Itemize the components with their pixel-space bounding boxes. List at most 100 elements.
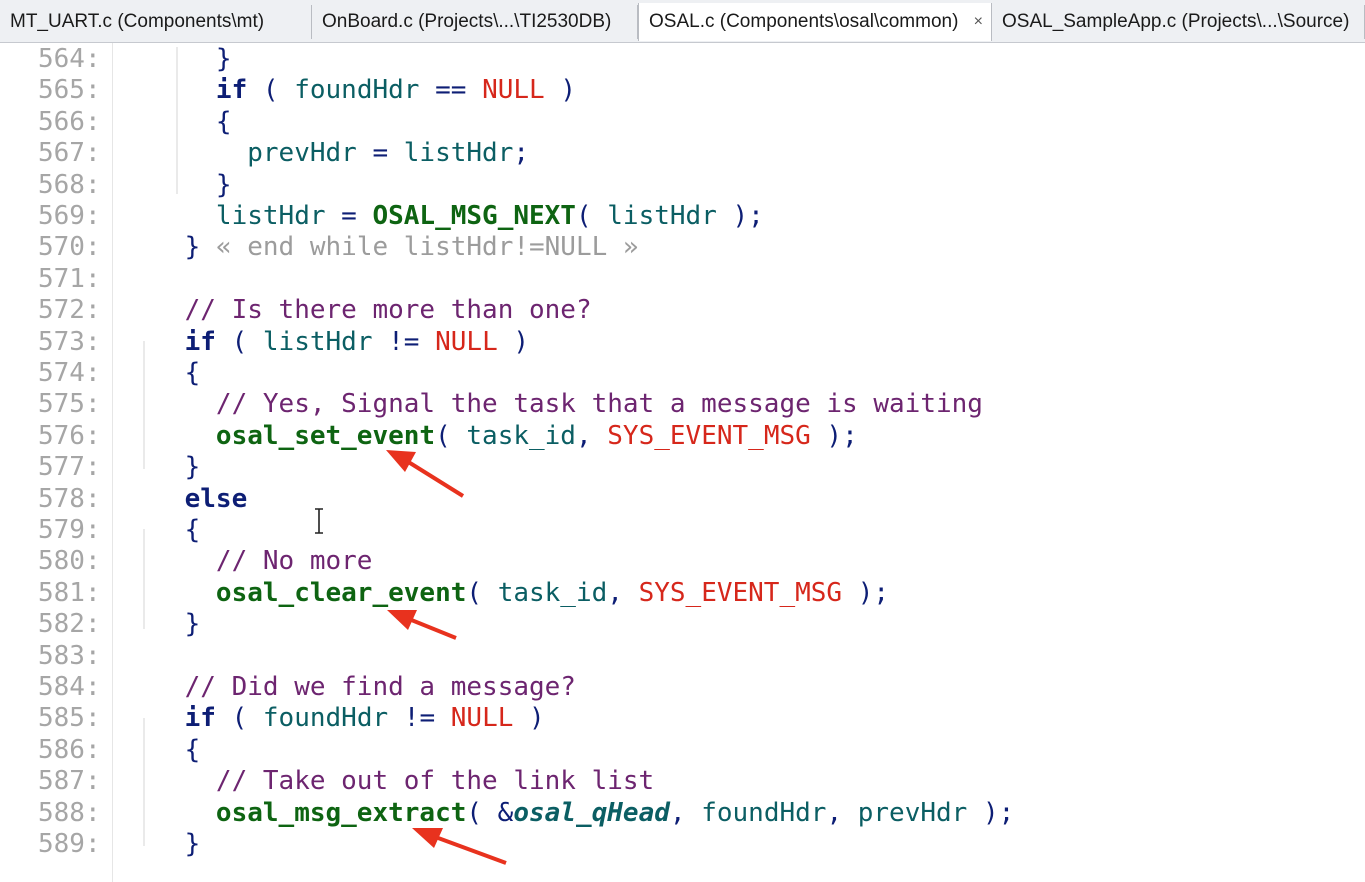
code-token: foundHdr	[294, 75, 420, 106]
tab-osal[interactable]: OSAL.c (Components\osal\common) ×	[638, 3, 992, 41]
code-line[interactable]: 568: }	[0, 170, 1365, 201]
line-number: 564:	[38, 44, 101, 74]
line-number: 575:	[38, 389, 101, 420]
code-line[interactable]: 565: if ( foundHdr == NULL )	[0, 75, 1365, 106]
tab-label: OSAL.c (Components\osal\common)	[649, 11, 959, 32]
code-text: }	[122, 170, 232, 201]
code-token: (	[215, 703, 263, 734]
code-token: ==	[419, 75, 483, 106]
code-text: }	[122, 44, 232, 75]
code-editor[interactable]: 564: } 565: if ( foundHdr == NULL ) 566: {…	[0, 43, 1365, 882]
code-text: } « end while listHdr!=NULL »	[122, 232, 639, 263]
code-text: osal_set_event( task_id, SYS_EVENT_MSG )…	[122, 421, 858, 452]
code-token: if	[184, 703, 216, 734]
line-number: 566:	[38, 106, 101, 137]
line-number: 574:	[38, 358, 101, 388]
code-text: osal_msg_extract( &osal_qHead, foundHdr,…	[122, 798, 1014, 829]
code-line[interactable]: 569: listHdr = OSAL_MSG_NEXT( listHdr );	[0, 201, 1365, 232]
code-token: prevHdr	[247, 138, 357, 169]
code-token: prevHdr	[857, 797, 968, 828]
code-token: foundHdr	[262, 703, 389, 734]
line-number: 577:	[38, 452, 101, 483]
code-line[interactable]: 581: osal_clear_event( task_id, SYS_EVEN…	[0, 578, 1365, 609]
code-token: {	[215, 106, 232, 137]
code-line[interactable]: 587: // Take out of the link list	[0, 766, 1365, 797]
code-text: }	[122, 609, 201, 640]
code-token: // Yes, Signal the task that a message i…	[215, 389, 983, 420]
code-token: !=	[388, 703, 451, 734]
code-token: osal_msg_extract	[215, 797, 467, 828]
tab-onboard[interactable]: OnBoard.c (Projects\...\TI2530DB)	[312, 5, 638, 39]
code-token: ,	[575, 420, 608, 451]
code-line[interactable]: 582: }	[0, 609, 1365, 640]
code-line[interactable]: 579: {	[0, 515, 1365, 546]
line-number: 588:	[38, 797, 101, 828]
code-token: {	[184, 358, 201, 388]
tab-mt-uart[interactable]: MT_UART.c (Components\mt)	[0, 5, 312, 39]
code-line[interactable]: 578: else	[0, 484, 1365, 515]
code-token: )	[497, 326, 530, 357]
code-token: =	[356, 138, 404, 169]
code-line[interactable]: 573: if ( listHdr != NULL )	[0, 327, 1365, 358]
code-line[interactable]: 575: // Yes, Signal the task that a mess…	[0, 389, 1365, 420]
code-token: NULL	[450, 703, 514, 734]
code-line[interactable]: 588: osal_msg_extract( &osal_qHead, foun…	[0, 798, 1365, 829]
close-icon[interactable]: ×	[974, 3, 983, 41]
code-line[interactable]: 567: prevHdr = listHdr;	[0, 138, 1365, 169]
code-token: {	[184, 515, 201, 545]
code-token: }	[215, 44, 232, 74]
code-token: // No more	[215, 546, 373, 577]
code-line[interactable]: 570: } « end while listHdr!=NULL »	[0, 232, 1365, 263]
code-token: }	[184, 829, 201, 859]
code-token: // Did we find a message?	[184, 672, 576, 702]
code-token: );	[967, 797, 1015, 828]
code-token: ( &	[466, 797, 514, 828]
code-line[interactable]: 574: {	[0, 358, 1365, 389]
code-line[interactable]: 584: // Did we find a message?	[0, 672, 1365, 703]
line-number: 572:	[38, 295, 101, 326]
code-token: osal_set_event	[215, 420, 436, 451]
code-token: )	[513, 703, 545, 734]
code-line[interactable]: 576: osal_set_event( task_id, SYS_EVENT_…	[0, 421, 1365, 452]
code-text: // Take out of the link list	[122, 766, 654, 797]
code-token: listHdr	[607, 201, 717, 231]
code-text: {	[122, 358, 201, 389]
code-line[interactable]: 564: }	[0, 44, 1365, 75]
code-text: if ( foundHdr != NULL )	[122, 703, 545, 734]
code-token: OSAL_MSG_NEXT	[372, 201, 576, 231]
line-number: 579:	[38, 515, 101, 545]
line-number: 584:	[38, 672, 101, 702]
code-text: {	[122, 515, 201, 546]
code-text: if ( foundHdr == NULL )	[122, 75, 576, 106]
code-token: // Take out of the link list	[215, 766, 655, 797]
code-line[interactable]: 585: if ( foundHdr != NULL )	[0, 703, 1365, 734]
line-number: 569:	[38, 201, 101, 231]
line-number: 570:	[38, 232, 101, 263]
code-line[interactable]: 589: }	[0, 829, 1365, 860]
code-line[interactable]: 566: {	[0, 107, 1365, 138]
code-line[interactable]: 586: {	[0, 735, 1365, 766]
code-line[interactable]: 583:	[0, 641, 1365, 672]
code-line[interactable]: 577: }	[0, 452, 1365, 483]
tab-osal-sampleapp[interactable]: OSAL_SampleApp.c (Projects\...\Source)	[992, 5, 1365, 39]
code-token: )	[544, 75, 576, 106]
code-token: }	[184, 609, 201, 640]
code-token: }	[215, 169, 232, 200]
line-number: 571:	[38, 263, 101, 294]
code-token: ,	[669, 797, 702, 828]
code-line[interactable]: 571:	[0, 264, 1365, 295]
code-line[interactable]: 572: // Is there more than one?	[0, 295, 1365, 326]
code-line[interactable]: 580: // No more	[0, 546, 1365, 577]
editor-tab-bar: MT_UART.c (Components\mt) OnBoard.c (Pro…	[0, 0, 1365, 43]
line-number: 581:	[38, 577, 101, 608]
